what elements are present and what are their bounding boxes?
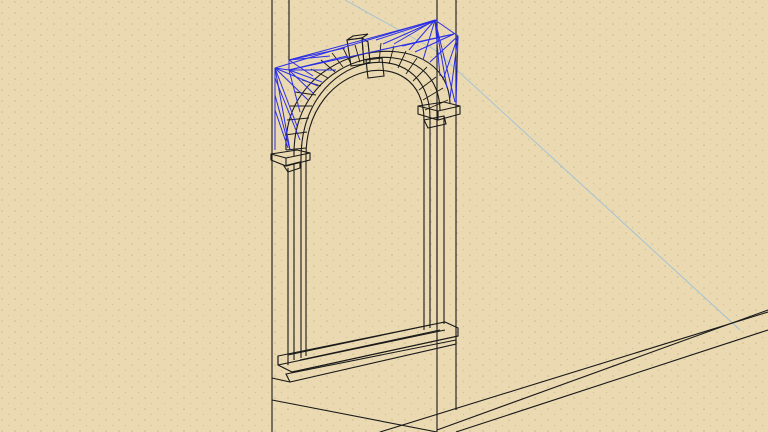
cad-3d-viewport[interactable] [0, 0, 768, 432]
wireframe-scene[interactable] [0, 0, 768, 432]
